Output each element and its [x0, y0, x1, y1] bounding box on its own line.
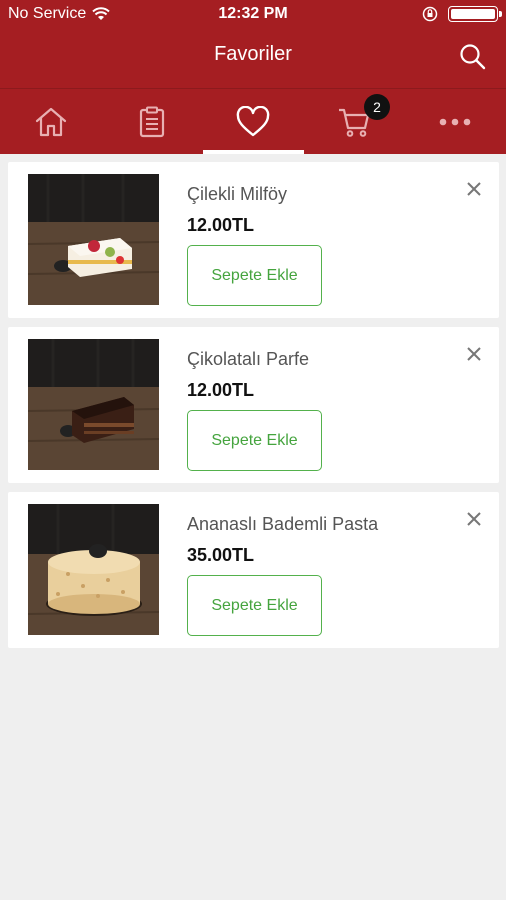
close-icon	[467, 512, 481, 526]
close-icon	[467, 182, 481, 196]
remove-favorite-button[interactable]	[465, 345, 483, 363]
home-icon	[35, 107, 66, 137]
orientation-lock-icon	[422, 6, 438, 22]
add-to-cart-button[interactable]: Sepete Ekle	[187, 575, 322, 636]
product-image[interactable]	[28, 174, 159, 305]
remove-favorite-button[interactable]	[465, 180, 483, 198]
product-name: Çilekli Milföy	[187, 184, 288, 204]
product-price: 35.00TL	[187, 545, 255, 565]
search-button[interactable]	[458, 42, 488, 72]
tab-cart[interactable]	[303, 89, 404, 155]
product-image[interactable]	[28, 339, 159, 470]
product-price: 12.00TL	[187, 380, 255, 400]
list-item: Çilekli Milföy 12.00TL Sepete Ekle	[8, 162, 499, 318]
page-title: Favoriler	[214, 43, 292, 65]
add-to-cart-button[interactable]: Sepete Ekle	[187, 245, 322, 306]
product-name: Çikolatalı Parfe	[187, 349, 310, 369]
search-icon	[460, 44, 486, 70]
active-tab-indicator	[203, 150, 304, 154]
battery-icon	[448, 6, 502, 22]
remove-favorite-button[interactable]	[465, 510, 483, 528]
list-item: Ananaslı Bademli Pasta 35.00TL Sepete Ek…	[8, 492, 499, 648]
tab-orders[interactable]	[101, 89, 202, 155]
list-item: Çikolatalı Parfe 12.00TL Sepete Ekle	[8, 327, 499, 483]
product-name: Ananaslı Bademli Pasta	[187, 514, 379, 534]
close-icon	[467, 347, 481, 361]
tab-more[interactable]	[404, 89, 505, 155]
clipboard-icon	[139, 106, 164, 138]
add-to-cart-button[interactable]: Sepete Ekle	[187, 410, 322, 471]
more-icon	[439, 118, 470, 126]
tab-bar	[0, 88, 506, 154]
app-header: No Service 12:32 PM Favoriler	[0, 0, 506, 88]
status-right	[422, 6, 502, 22]
status-bar: No Service 12:32 PM	[0, 0, 506, 30]
cart-badge: 2	[364, 94, 390, 120]
product-image[interactable]	[28, 504, 159, 635]
product-price: 12.00TL	[187, 215, 255, 235]
heart-icon	[236, 106, 269, 137]
tab-home[interactable]	[0, 89, 101, 155]
tab-favorites[interactable]	[202, 89, 303, 155]
